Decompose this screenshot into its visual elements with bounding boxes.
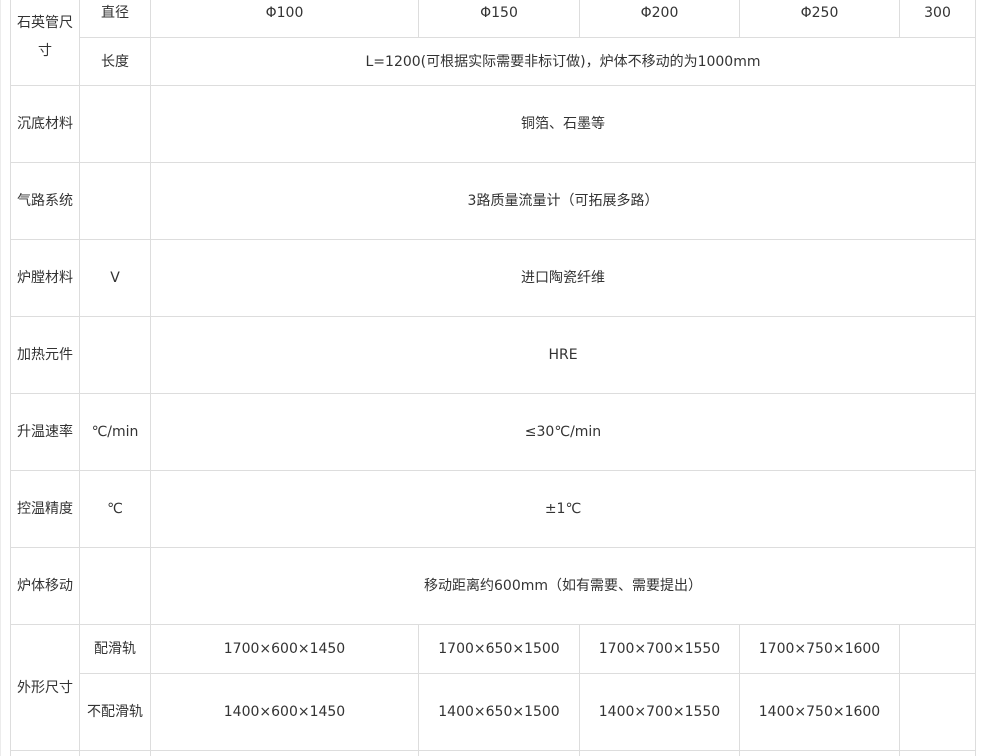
row-value: 移动距离约600mm（如有需要、需要提出） [150,547,976,625]
row-value: 铜箔、石墨等 [150,85,976,163]
row-unit: ℃ [79,470,151,548]
spec-row: 气路系统 3路质量流量计（可拓展多路） [10,162,976,240]
row-unit: ℃/min [79,393,151,471]
spec-row: 控温精度 ℃ ±1℃ [10,470,976,548]
without-rail-value-3: 1400×700×1550 [579,673,740,751]
with-rail-value-3: 1700×700×1550 [579,624,740,674]
table-continuation-row [10,750,976,756]
row-category: 气路系统 [10,162,80,240]
diameter-label: 直径 [79,0,151,38]
row-value: 3路质量流量计（可拓展多路） [150,162,976,240]
row-value: 进口陶瓷纤维 [150,239,976,317]
row-unit: V [79,239,151,317]
continuation-cell [79,750,151,756]
page-left-rule [0,0,1,756]
row-category: 加热元件 [10,316,80,394]
continuation-cell [739,750,900,756]
length-value: L=1200(可根据实际需要非标订做)，炉体不移动的为1000mm [150,37,976,86]
with-rail-value-1: 1700×600×1450 [150,624,419,674]
row-category: 炉膛材料 [10,239,80,317]
row-unit [79,162,151,240]
row-value: ±1℃ [150,470,976,548]
diameter-value-3: Φ200 [579,0,740,38]
with-rail-label: 配滑轨 [79,624,151,674]
quartz-tube-category: 石英管尺寸 [10,0,80,86]
diameter-value-5: 300 [899,0,976,38]
spec-table: 石英管尺寸 直径 Φ100 Φ150 Φ200 Φ250 300 长度 L=12… [10,0,976,756]
quartz-length-row: 长度 L=1200(可根据实际需要非标订做)，炉体不移动的为1000mm [11,37,976,86]
with-rail-value-4: 1700×750×1600 [739,624,900,674]
dimensions-without-rail-row: 不配滑轨 1400×600×1450 1400×650×1500 1400×70… [11,673,976,751]
without-rail-value-4: 1400×750×1600 [739,673,900,751]
without-rail-value-1: 1400×600×1450 [150,673,419,751]
continuation-cell [579,750,740,756]
without-rail-value-5 [899,673,976,751]
row-category: 升温速率 [10,393,80,471]
spec-row: 炉体移动 移动距离约600mm（如有需要、需要提出） [10,547,976,625]
page-frame: 石英管尺寸 直径 Φ100 Φ150 Φ200 Φ250 300 长度 L=12… [0,0,985,756]
spec-row: 沉底材料 铜箔、石墨等 [10,85,976,163]
row-category: 控温精度 [10,470,80,548]
diameter-value-4: Φ250 [739,0,900,38]
with-rail-value-5 [899,624,976,674]
row-value: HRE [150,316,976,394]
spec-row: 升温速率 ℃/min ≤30℃/min [10,393,976,471]
spec-row: 炉膛材料 V 进口陶瓷纤维 [10,239,976,317]
dimensions-with-rail-row: 外形尺寸 配滑轨 1700×600×1450 1700×650×1500 170… [10,624,976,751]
continuation-cell [899,750,976,756]
continuation-cell [418,750,580,756]
row-unit [79,316,151,394]
row-category: 炉体移动 [10,547,80,625]
without-rail-value-2: 1400×650×1500 [418,673,580,751]
row-value: ≤30℃/min [150,393,976,471]
row-unit [79,85,151,163]
row-category: 沉底材料 [10,85,80,163]
quartz-diameter-row: 石英管尺寸 直径 Φ100 Φ150 Φ200 Φ250 300 [10,0,976,86]
without-rail-label: 不配滑轨 [79,673,151,751]
diameter-value-2: Φ150 [418,0,580,38]
continuation-cell [150,750,419,756]
row-unit [79,547,151,625]
with-rail-value-2: 1700×650×1500 [418,624,580,674]
dimensions-category: 外形尺寸 [10,624,80,751]
length-label: 长度 [79,37,151,86]
continuation-cell [10,750,80,756]
diameter-value-1: Φ100 [150,0,419,38]
spec-row: 加热元件 HRE [10,316,976,394]
